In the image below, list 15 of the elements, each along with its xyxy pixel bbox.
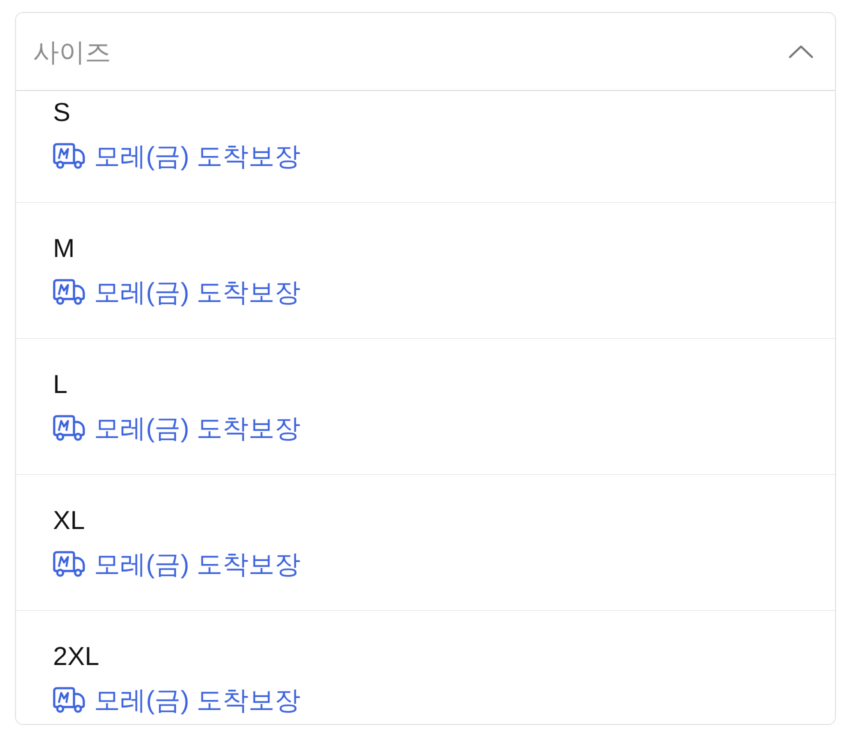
size-label: XL xyxy=(53,504,85,537)
size-label: 2XL xyxy=(53,640,100,673)
truck-icon xyxy=(53,551,85,577)
size-label: S xyxy=(53,96,70,129)
size-label: L xyxy=(53,368,68,401)
size-label: M xyxy=(53,232,75,265)
truck-icon xyxy=(53,279,85,305)
truck-icon xyxy=(53,415,85,441)
delivery-text: 모레(금) 도착보장 xyxy=(94,140,301,173)
truck-icon xyxy=(53,143,85,169)
delivery-text: 모레(금) 도착보장 xyxy=(94,684,301,717)
delivery-text: 모레(금) 도착보장 xyxy=(94,412,301,445)
delivery-text: 모레(금) 도착보장 xyxy=(94,548,301,581)
truck-icon xyxy=(53,687,85,713)
delivery-text: 모레(금) 도착보장 xyxy=(94,276,301,309)
